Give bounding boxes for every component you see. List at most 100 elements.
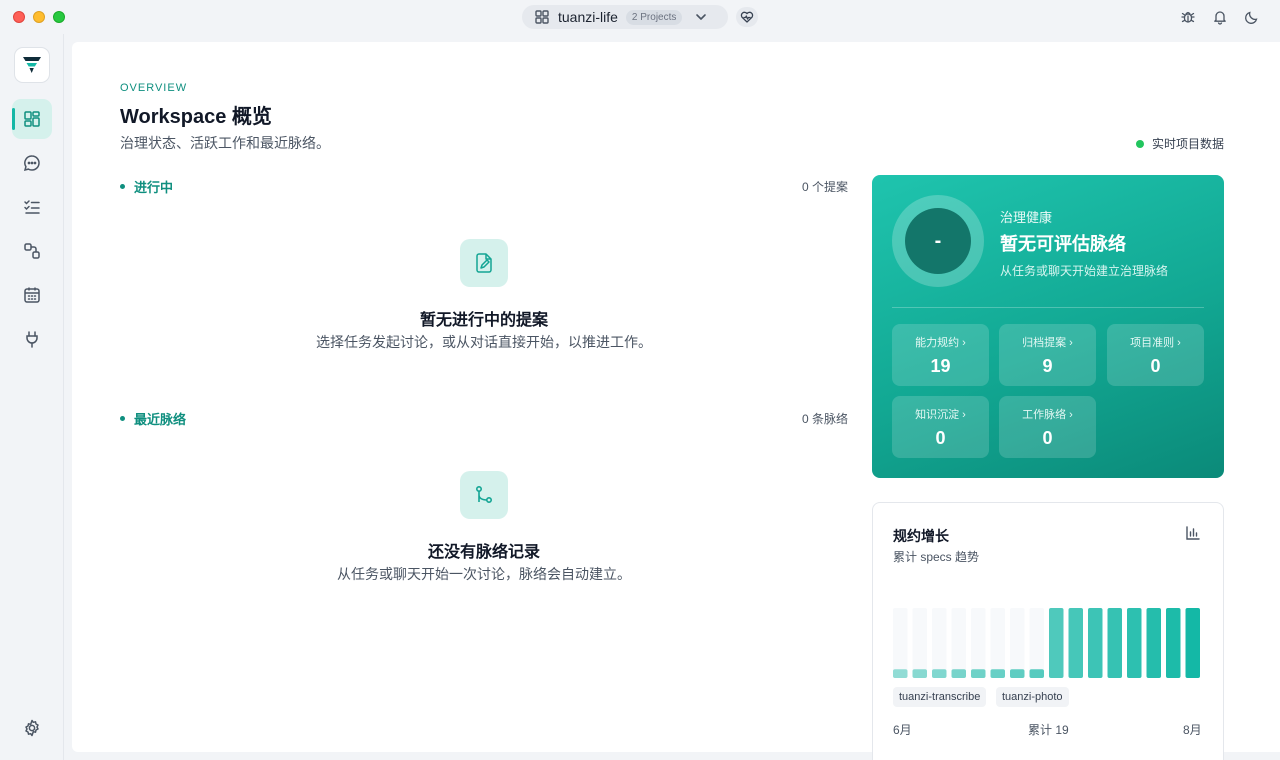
stat-value: 0	[1042, 428, 1053, 448]
in-progress-title: 进行中	[134, 180, 174, 195]
recent-threads-title: 最近脉络	[134, 412, 187, 427]
stat-project-rules[interactable]: 项目准则 › 0	[1107, 324, 1204, 386]
bar-track	[932, 608, 947, 678]
bar	[951, 669, 966, 678]
projects-count-badge: 2 Projects	[625, 9, 683, 25]
growth-title: 规约增长	[893, 528, 949, 544]
growth-subtitle: 累计 specs 趋势	[893, 550, 980, 564]
stat-label: 能力规约 ›	[915, 337, 966, 349]
bar-chart-icon[interactable]	[1185, 525, 1201, 541]
bar-track	[990, 608, 1005, 678]
stat-value: 0	[935, 428, 946, 448]
checklist-icon	[22, 197, 42, 217]
stat-value: 0	[1150, 356, 1161, 376]
plug-icon	[22, 329, 42, 349]
bar	[1107, 608, 1122, 678]
empty-threads-title: 还没有脉络记录	[427, 544, 540, 561]
bar-track	[912, 608, 927, 678]
live-status-dot	[1135, 139, 1144, 148]
workflow-icon	[22, 241, 42, 261]
maximize-window-button[interactable]	[53, 11, 65, 23]
bar-track	[1010, 608, 1025, 678]
gear-icon	[22, 718, 42, 738]
moon-icon	[1244, 9, 1260, 25]
bar	[1068, 608, 1083, 678]
stat-label: 工作脉络 ›	[1022, 409, 1073, 421]
sidebar-item-tasks[interactable]	[12, 187, 52, 227]
divider	[892, 307, 1204, 308]
health-score-ring: -	[892, 195, 984, 287]
health-title: 暂无可评估脉络	[1000, 234, 1126, 254]
stat-value: 19	[930, 356, 951, 376]
sidebar-item-dashboard[interactable]	[12, 99, 52, 139]
bar	[1146, 608, 1161, 678]
governance-health-card: - 治理健康 暂无可评估脉络 从任务或聊天开始建立治理脉络 能力规约 › 19 …	[872, 175, 1224, 478]
heart-pulse-icon	[740, 10, 754, 24]
stat-knowledge[interactable]: 知识沉淀 › 0	[892, 396, 989, 458]
total-label: 累计 19	[1028, 723, 1069, 737]
growth-bar-chart	[893, 608, 1200, 678]
legend-chip[interactable]: tuanzi-photo	[996, 687, 1069, 707]
stat-value: 9	[1042, 356, 1053, 376]
sidebar-item-calendar[interactable]	[12, 275, 52, 315]
empty-proposals-icon-box	[460, 239, 508, 287]
stat-label: 知识沉淀 ›	[915, 409, 966, 421]
empty-threads-icon-box	[460, 471, 508, 519]
document-edit-icon	[472, 251, 496, 275]
bar	[1029, 669, 1044, 678]
overview-eyebrow: OVERVIEW	[120, 82, 188, 94]
project-switcher[interactable]: tuanzi-life 2 Projects	[522, 5, 728, 29]
sidebar-item-chat[interactable]	[12, 143, 52, 183]
recent-threads-count: 0 条脉络	[801, 412, 848, 426]
empty-proposals-description: 选择任务发起讨论，或从对话直接开始，以推进工作。	[316, 334, 652, 350]
sidebar-item-settings[interactable]	[12, 708, 52, 748]
calendar-icon	[22, 285, 42, 305]
bug-icon	[1180, 9, 1196, 25]
title-bar: tuanzi-life 2 Projects	[0, 0, 1280, 34]
in-progress-count: 0 个提案	[801, 180, 848, 194]
health-label: 治理健康	[1000, 210, 1053, 225]
stat-work-threads[interactable]: 工作脉络 › 0	[999, 396, 1096, 458]
bar-track	[893, 608, 908, 678]
main-panel: OVERVIEW Workspace 概览 治理状态、活跃工作和最近脉络。 实时…	[72, 42, 1280, 760]
section-dot	[120, 416, 125, 421]
bar-track	[971, 608, 986, 678]
chat-icon	[22, 153, 42, 173]
health-subtitle: 从任务或聊天开始建立治理脉络	[1000, 264, 1169, 278]
close-window-button[interactable]	[13, 11, 25, 23]
health-monitor-button[interactable]	[736, 7, 758, 27]
minimize-window-button[interactable]	[33, 11, 45, 23]
page-subtitle: 治理状态、活跃工作和最近脉络。	[120, 135, 330, 151]
bar	[990, 669, 1005, 678]
git-branch-icon	[472, 483, 496, 507]
sidebar	[0, 34, 64, 760]
live-data-label: 实时项目数据	[1151, 137, 1224, 151]
spec-growth-card: 规约增长 累计 specs 趋势 tuanzi-transcribe tuanz…	[872, 502, 1224, 760]
live-data-indicator: 实时项目数据	[1135, 135, 1224, 152]
empty-proposals-title: 暂无进行中的提案	[419, 312, 548, 329]
bar	[893, 669, 908, 678]
bar	[1185, 608, 1200, 678]
bar	[1010, 669, 1025, 678]
stat-label: 项目准则 ›	[1130, 337, 1181, 349]
chevron-down-icon	[694, 10, 708, 24]
in-progress-header: 进行中 0 个提案	[120, 177, 848, 196]
bar-track	[951, 608, 966, 678]
dashboard-icon	[22, 109, 42, 129]
notifications-button[interactable]	[1212, 9, 1228, 25]
bar	[1127, 608, 1142, 678]
theme-toggle-button[interactable]	[1244, 9, 1260, 25]
project-name: tuanzi-life	[558, 9, 618, 25]
bar	[971, 669, 986, 678]
debug-button[interactable]	[1180, 9, 1196, 25]
bell-icon	[1212, 9, 1228, 25]
x-axis-end-label: 8月	[1183, 723, 1202, 737]
sidebar-item-workflow[interactable]	[12, 231, 52, 271]
app-logo[interactable]	[14, 47, 50, 83]
x-axis-start-label: 6月	[893, 723, 912, 737]
stat-capability-specs[interactable]: 能力规约 › 19	[892, 324, 989, 386]
legend-chip[interactable]: tuanzi-transcribe	[893, 687, 987, 707]
bar	[912, 669, 927, 678]
stat-archived-proposals[interactable]: 归档提案 › 9	[999, 324, 1096, 386]
sidebar-item-plugins[interactable]	[12, 319, 52, 359]
